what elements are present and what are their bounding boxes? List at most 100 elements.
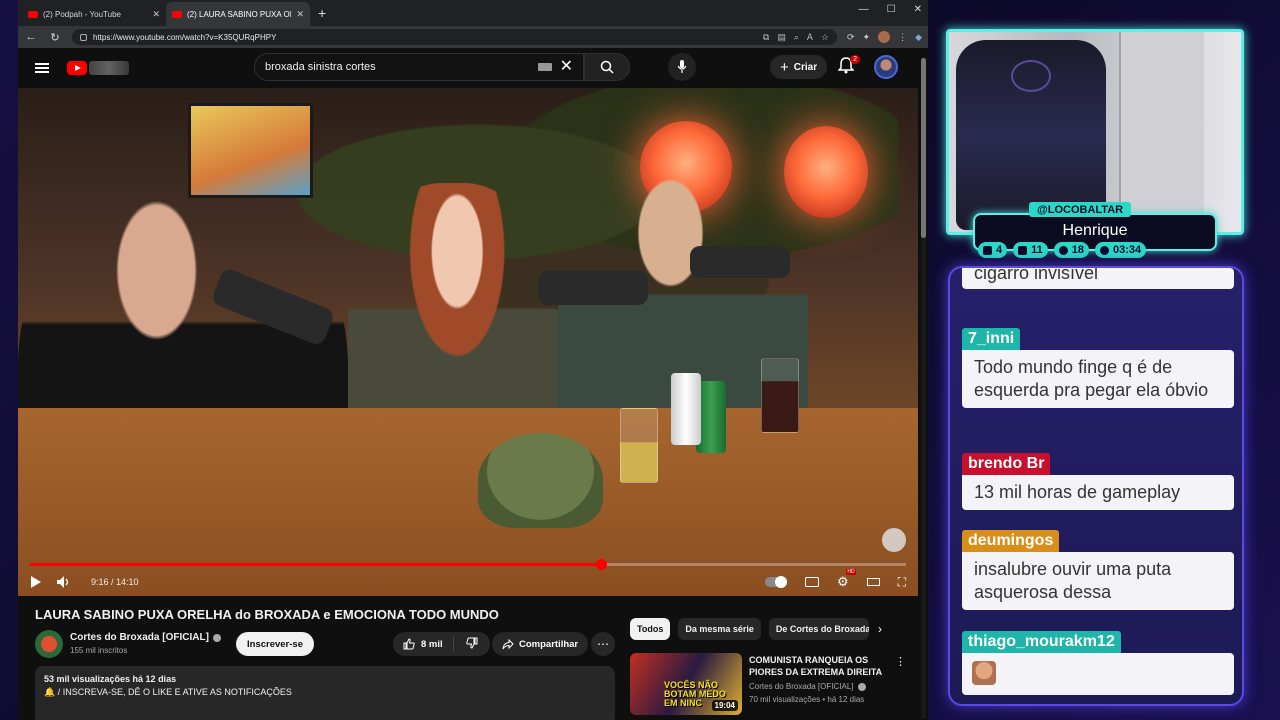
settings-button[interactable]: ⚙ HD [837, 569, 856, 590]
recommended-title[interactable]: COMUNISTA RANQUEIA OS PIORES DA EXTREMA … [749, 654, 889, 678]
omnibox-icons: ⧉ ▤ ⌕ A ☆ [763, 32, 829, 43]
account-avatar[interactable] [874, 55, 898, 79]
hamburger-menu-icon[interactable] [35, 63, 49, 73]
like-button[interactable]: 8 mil [393, 636, 454, 652]
play-button[interactable] [30, 576, 41, 588]
zoom-icon[interactable]: ⌕ [794, 32, 799, 43]
chat-message-text: 13 mil horas de gameplay [962, 475, 1234, 510]
address-bar: ← ↻ https://www.youtube.com/watch?v=K35Q… [18, 26, 928, 48]
more-actions-button[interactable]: ⋯ [591, 632, 615, 656]
youtube-favicon-icon [28, 10, 38, 18]
site-info-icon[interactable] [80, 33, 87, 41]
share-label: Compartilhar [519, 638, 579, 650]
progress-bar[interactable] [30, 559, 906, 570]
volume-button[interactable] [57, 576, 71, 588]
video-title: LAURA SABINO PUXA ORELHA do BROXADA e EM… [35, 607, 499, 622]
video-frame-glass [761, 358, 799, 433]
whatsapp-icon [1100, 245, 1110, 255]
description-text: 🔔 / INSCREVA-SE, DÊ O LIKE E ATIVE AS NO… [44, 687, 292, 697]
recommended-meta: 70 mil visualizações • há 12 dias [749, 695, 865, 704]
chip-same-series[interactable]: Da mesma série [678, 618, 761, 640]
theater-mode-icon[interactable] [866, 578, 880, 586]
reload-icon[interactable]: ↻ [48, 31, 62, 44]
recommended-channel: Cortes do Broxada [OFICIAL] [749, 682, 854, 691]
youtube-doodle [89, 61, 129, 75]
new-tab-button[interactable]: + [310, 2, 334, 26]
youtube-logo[interactable] [67, 61, 87, 75]
install-icon[interactable]: ⧉ [763, 32, 769, 43]
chat-message-body [962, 653, 1234, 695]
view-stats: 53 mil visualizações há 12 dias [44, 674, 177, 684]
player-controls: 9:16 / 14:10 ⚙ HD ⛶ [30, 569, 906, 592]
streamer-name: Henrique [1062, 222, 1128, 239]
stat-whatsapp: 03:34 [1095, 242, 1147, 258]
tab-podpah[interactable]: (2) Podpah - YouTube ✕ [22, 2, 166, 26]
chip-channel[interactable]: De Cortes do Broxada [768, 618, 869, 640]
close-tab-icon[interactable]: ✕ [296, 9, 304, 20]
menu-icon[interactable]: ⋮ [898, 32, 907, 43]
clear-search-icon[interactable]: ✕ [560, 59, 573, 75]
url-text: https://www.youtube.com/watch?v=K35QURqP… [93, 32, 277, 42]
autoplay-toggle[interactable] [764, 576, 787, 588]
minimize-icon[interactable]: — [859, 4, 869, 15]
chip-all[interactable]: Todos [630, 618, 671, 640]
copilot-icon[interactable]: ◆ [915, 32, 922, 43]
youtube-header: broxada sinistra cortes ✕ + Criar 2 [18, 48, 928, 88]
extension-icon[interactable]: ⟳ [847, 32, 855, 43]
page-scrollbar[interactable] [921, 58, 926, 718]
chat-username: thiago_mourakm12 [962, 631, 1121, 653]
player-right-controls: ⚙ HD ⛶ [764, 569, 906, 590]
subscriber-count: 155 mil inscritos [70, 646, 128, 655]
create-label: Criar [793, 61, 818, 73]
search-value: broxada sinistra cortes [265, 61, 376, 73]
chevron-right-icon[interactable]: › [878, 622, 882, 636]
share-button[interactable]: Compartilhar [492, 632, 589, 656]
translate-icon[interactable]: A [807, 32, 813, 43]
fullscreen-icon[interactable]: ⛶ [898, 575, 906, 590]
webcam-background [1119, 32, 1204, 232]
search-input[interactable]: broxada sinistra cortes ✕ [254, 53, 584, 81]
voice-search-button[interactable] [668, 53, 696, 81]
search-button[interactable] [584, 53, 630, 81]
plus-icon: + [780, 58, 789, 76]
youtube-icon [1018, 245, 1028, 255]
channel-name-row[interactable]: Cortes do Broxada [OFICIAL] [70, 632, 221, 643]
video-frame-microphone [690, 246, 790, 278]
dislike-button[interactable] [454, 637, 490, 652]
close-window-icon[interactable]: ✕ [914, 4, 922, 15]
extensions-area: ⟳ ✦ ⋮ ◆ [847, 31, 922, 43]
tab-current-video[interactable]: (2) LAURA SABINO PUXA ORELHA ✕ [166, 2, 310, 26]
keyboard-icon[interactable] [537, 63, 552, 71]
profile-avatar[interactable] [878, 31, 891, 43]
recommended-video[interactable]: VOCÊS NÃO BOTAM MEDO EM NINC 19:04 COMUN… [630, 653, 910, 715]
tab-label: (2) LAURA SABINO PUXA ORELHA [187, 9, 291, 19]
description-box[interactable]: 53 mil visualizações há 12 dias 🔔 / INSC… [35, 666, 615, 720]
recommended-thumbnail[interactable]: VOCÊS NÃO BOTAM MEDO EM NINC 19:04 [630, 653, 742, 715]
close-tab-icon[interactable]: ✕ [152, 9, 160, 20]
more-options-icon[interactable]: ⋮ [895, 655, 906, 668]
back-icon[interactable]: ← [24, 31, 38, 43]
stat-youtube: 11 [1013, 242, 1048, 258]
chat-icon [983, 245, 992, 255]
browser-window: (2) Podpah - YouTube ✕ (2) LAURA SABINO … [18, 0, 928, 720]
url-field[interactable]: https://www.youtube.com/watch?v=K35QURqP… [72, 29, 837, 45]
scrollbar-thumb[interactable] [921, 58, 926, 238]
notifications-button[interactable]: 2 [837, 55, 860, 78]
chat-message-text: insalubre ouvir uma puta asquerosa dessa [962, 552, 1234, 610]
microphone-icon [677, 60, 687, 73]
maximize-icon[interactable]: ☐ [887, 4, 896, 15]
channel-avatar[interactable] [35, 630, 63, 658]
video-player[interactable]: 9:16 / 14:10 ⚙ HD ⛶ [18, 88, 918, 596]
stream-stats: 4 11 18 03:34 [978, 242, 1147, 258]
subscribe-button[interactable]: Inscrever-se [236, 632, 314, 656]
tab-label: (2) Podpah - YouTube [43, 9, 121, 19]
chat-message: deumingos insalubre ouvir uma puta asque… [962, 530, 1234, 610]
reader-icon[interactable]: ▤ [777, 32, 786, 43]
channel-watermark[interactable] [882, 528, 906, 552]
chat-username: 7_inni [962, 328, 1021, 350]
extension-icon[interactable]: ✦ [863, 32, 871, 43]
youtube-favicon-icon [172, 10, 182, 18]
subtitles-icon[interactable] [804, 577, 819, 587]
create-button[interactable]: + Criar [770, 55, 828, 79]
bookmark-star-icon[interactable]: ☆ [821, 32, 829, 43]
